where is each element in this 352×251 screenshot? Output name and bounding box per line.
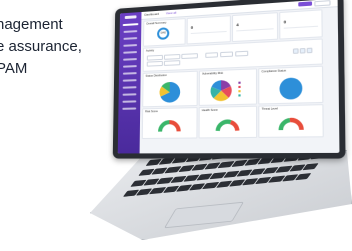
sidebar-item-3[interactable] (123, 37, 138, 40)
filter-5[interactable] (163, 60, 181, 66)
summary-ring: 0/40 (157, 27, 170, 40)
legend-swatch-1 (238, 81, 241, 84)
gauge-card-3: Threat Level (258, 104, 324, 138)
stat-card-1: 0 (186, 15, 231, 45)
summary-title: Overall Summary (146, 21, 167, 26)
sidebar-item-5[interactable] (123, 51, 138, 54)
gauge2-arc-red (231, 122, 238, 131)
legend-swatch-3 (238, 90, 241, 93)
stat-card-2: 4 (231, 12, 279, 43)
action-icon-3[interactable] (306, 47, 313, 54)
pie-chart-1 (159, 81, 181, 103)
activity-title: Activity (145, 49, 155, 53)
sidebar-logo (124, 15, 137, 20)
stat-divider-3 (283, 25, 319, 29)
filter-3[interactable] (181, 53, 198, 60)
filter-7[interactable] (220, 51, 234, 58)
action-icon-1[interactable] (292, 48, 299, 54)
topbar-button-1[interactable] (298, 1, 313, 7)
stat-card-3: 0 (279, 9, 323, 40)
gauge1-arc-red (169, 122, 178, 131)
page-title: Dashboard (144, 11, 160, 17)
stat-value-2: 4 (236, 21, 239, 28)
sidebar (117, 11, 142, 154)
gauge-2 (200, 107, 257, 138)
sidebar-item-4[interactable] (123, 44, 138, 47)
stat-value-1: 0 (190, 24, 194, 30)
gauge3-arc-red (290, 120, 302, 130)
pie-chart-3 (279, 77, 303, 100)
summary-card: Overall Summary 0/40 (143, 18, 186, 47)
legend-swatch-4 (238, 94, 241, 97)
gauge-1 (143, 108, 197, 138)
sidebar-item-12[interactable] (122, 100, 137, 103)
sidebar-item-8[interactable] (122, 72, 137, 75)
legend-swatch-2 (238, 85, 241, 89)
gauge-card-2: Health Score (198, 105, 258, 139)
dashboard-screen: Dashboard View all Overall Summary 0/40 … (117, 0, 340, 154)
pie-card-1: Status Distribution (142, 70, 198, 108)
gauge2-arc-green (218, 122, 231, 131)
filter-2[interactable] (163, 53, 181, 60)
sidebar-item-9[interactable] (122, 79, 137, 82)
pie3-slice-blue (279, 77, 303, 100)
topbar-button-2[interactable] (314, 0, 331, 7)
stat-value-3: 0 (283, 19, 287, 25)
gauge-card-1: Risk Score (141, 107, 198, 140)
gauge-3 (259, 105, 322, 137)
dashboard-content: Overall Summary 0/40 0 4 0 Activity Stat… (141, 8, 337, 151)
sidebar-item-7[interactable] (123, 65, 137, 68)
pie-card-3: Compliance Status (258, 65, 324, 105)
stat-divider-2 (236, 28, 274, 32)
filter-4[interactable] (146, 60, 163, 67)
sidebar-item-6[interactable] (123, 58, 137, 61)
laptop-mockup: Dashboard View all Overall Summary 0/40 … (80, 0, 352, 251)
stat-divider-1 (190, 30, 227, 35)
action-icon-2[interactable] (299, 47, 306, 54)
sidebar-item-13[interactable] (122, 107, 137, 110)
gauge1-arc-green (160, 122, 169, 131)
filter-1[interactable] (146, 54, 163, 61)
sidebar-item-dashboard[interactable] (122, 23, 139, 27)
filter-8[interactable] (235, 50, 249, 57)
gauge3-arc-green (281, 120, 290, 130)
topbar-link[interactable]: View all (166, 11, 176, 16)
sidebar-item-10[interactable] (122, 86, 137, 89)
summary-value: 0/40 (160, 31, 166, 35)
laptop-lid: Dashboard View all Overall Summary 0/40 … (112, 0, 346, 159)
sidebar-item-11[interactable] (122, 93, 137, 96)
pie-chart-2 (210, 79, 241, 102)
filter-6[interactable] (205, 52, 219, 58)
pie-card-2: Vulnerability Risk (198, 68, 258, 106)
sidebar-item-2[interactable] (123, 30, 138, 33)
